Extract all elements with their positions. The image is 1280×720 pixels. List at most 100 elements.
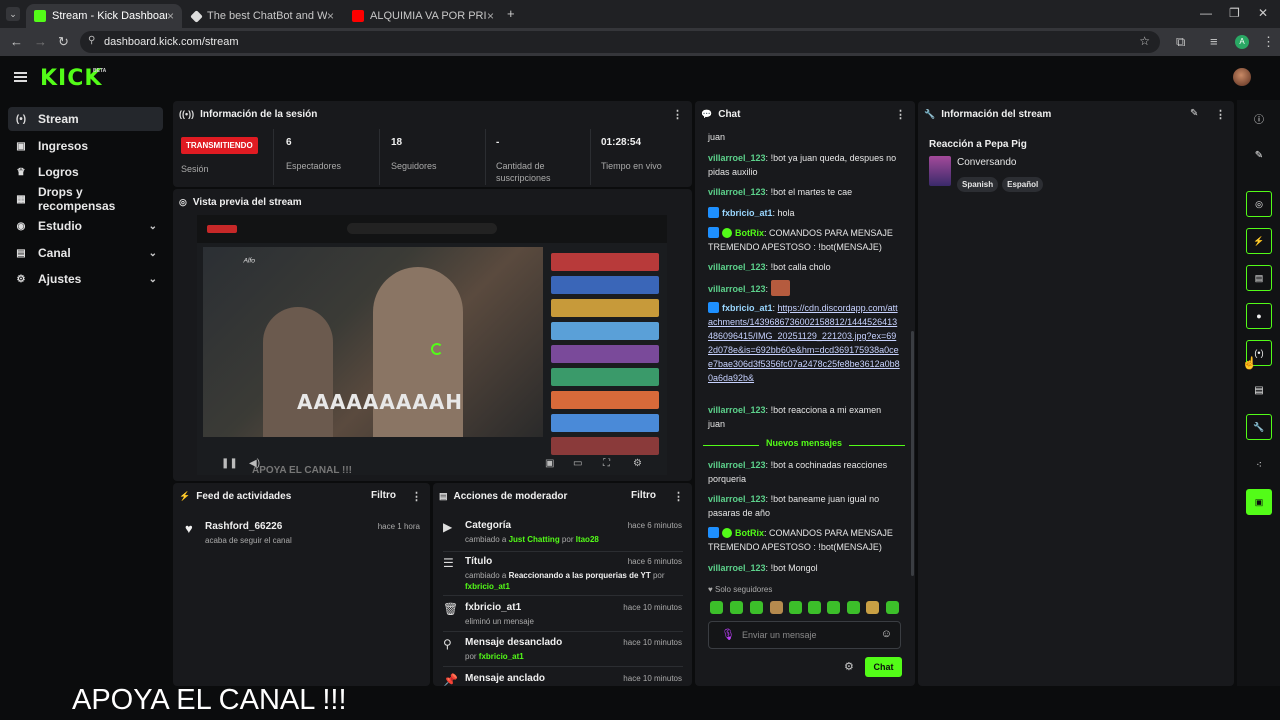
chat-username[interactable]: villarroel_123 xyxy=(708,153,766,163)
sidebar-item-logros[interactable]: ♛ Logros xyxy=(8,160,163,184)
chat-username[interactable]: villarroel_123 xyxy=(708,262,766,272)
chevron-down-icon[interactable]: ⌄ xyxy=(149,248,157,259)
forward-icon[interactable]: → xyxy=(34,34,47,49)
emote-icon[interactable] xyxy=(808,601,821,614)
tab-chatbot[interactable]: The best ChatBot and Widgets × xyxy=(184,4,342,28)
emote-icon[interactable] xyxy=(886,601,899,614)
hamburger-menu-icon[interactable] xyxy=(14,72,27,82)
close-tab-icon[interactable]: × xyxy=(167,9,174,23)
pause-icon[interactable]: ❚❚ xyxy=(221,458,238,469)
new-tab-button[interactable]: + xyxy=(507,6,515,21)
pip-icon[interactable]: ▣ xyxy=(545,458,554,469)
kebab-menu-icon[interactable]: ⋮ xyxy=(1215,108,1226,121)
wrench-icon[interactable]: 🔧 xyxy=(1246,414,1272,440)
emote-icon[interactable] xyxy=(847,601,860,614)
category-thumbnail[interactable] xyxy=(929,156,951,186)
category-name[interactable]: Conversando xyxy=(957,157,1016,168)
tab-kick-dashboard[interactable]: Stream - Kick Dashboard × xyxy=(26,4,182,28)
chevron-down-icon[interactable]: ⌄ xyxy=(149,221,157,232)
kebab-menu-icon[interactable]: ⋮ xyxy=(895,108,906,121)
chat-username[interactable]: villarroel_123 xyxy=(708,284,766,294)
volume-icon[interactable]: ◀) xyxy=(249,458,260,469)
close-tab-icon[interactable]: × xyxy=(327,9,334,23)
feed-user[interactable]: Rashford_66226 xyxy=(205,521,292,532)
user-avatar[interactable] xyxy=(1233,68,1251,86)
gear-icon[interactable]: ⚙ xyxy=(633,458,642,469)
tag-chip[interactable]: Spanish xyxy=(957,177,999,192)
message-link[interactable]: https://cdn.discordapp.com/attachments/1… xyxy=(708,303,900,383)
close-window-icon[interactable]: ✕ xyxy=(1258,6,1268,20)
new-messages-divider[interactable]: Nuevos mensajes xyxy=(703,438,905,452)
site-info-icon[interactable]: ⚲ xyxy=(88,35,95,46)
emote-icon[interactable] xyxy=(866,601,879,614)
microphone-icon[interactable]: 🎙 xyxy=(721,628,735,641)
mod-by[interactable]: Itao28 xyxy=(576,535,599,544)
address-bar[interactable]: ⚲ dashboard.kick.com/stream ☆ xyxy=(80,31,1160,53)
emote-icon[interactable] xyxy=(750,601,763,614)
send-chat-button[interactable]: Chat xyxy=(865,657,902,677)
chat-bubble-icon[interactable]: ● xyxy=(1246,303,1272,329)
chat-username[interactable]: villarroel_123 xyxy=(708,460,766,470)
emote-icon[interactable] xyxy=(710,601,723,614)
minimize-icon[interactable]: — xyxy=(1200,6,1212,20)
maximize-icon[interactable]: ❐ xyxy=(1229,6,1240,20)
emote-icon[interactable] xyxy=(730,601,743,614)
profile-avatar[interactable]: A xyxy=(1235,35,1249,49)
preview-toggle-icon[interactable]: ◎ xyxy=(1246,191,1272,217)
kebab-menu-icon[interactable]: ⋮ xyxy=(672,108,683,121)
sidebar-item-stream[interactable]: (•) Stream xyxy=(8,107,163,131)
lightning-icon[interactable]: ⚡ xyxy=(1246,228,1272,254)
kebab-menu-icon[interactable]: ⋮ xyxy=(673,490,684,503)
stream-preview-video[interactable]: ᴬˡᶠᵒ AAAAAAAAAH APOYA EL CANAL !!! ❚❚ ◀)… xyxy=(197,215,667,475)
emote-icon[interactable] xyxy=(827,601,840,614)
kebab-menu-icon[interactable]: ⋮ xyxy=(411,490,422,503)
kick-app-icon[interactable]: ▣ xyxy=(1246,489,1272,515)
document-icon[interactable]: ▤ xyxy=(1246,265,1272,291)
theater-icon[interactable]: ▭ xyxy=(573,458,582,469)
moderator-icon[interactable]: ▤ xyxy=(1246,377,1272,403)
pencil-icon[interactable]: ✎ xyxy=(1190,108,1198,119)
chat-username[interactable]: BotRix xyxy=(735,228,764,238)
emoji-icon[interactable]: ☺ xyxy=(881,628,892,640)
tab-youtube[interactable]: ALQUIMIA VA POR PRIMERA V × xyxy=(344,4,502,28)
feed-filter-button[interactable]: Filtro xyxy=(371,490,396,501)
dots-icon[interactable]: ⁖ xyxy=(1246,452,1272,478)
kick-favicon-icon xyxy=(34,10,46,22)
gear-icon[interactable]: ⚙ xyxy=(844,660,854,673)
media-icon[interactable]: ≡ xyxy=(1210,34,1218,49)
chat-message-input[interactable]: 🎙 Enviar un mensaje ☺ xyxy=(708,621,901,649)
sidebar-item-drops[interactable]: ▦ Drops y recompensas xyxy=(8,185,163,213)
chat-username[interactable]: villarroel_123 xyxy=(708,494,766,504)
close-tab-icon[interactable]: × xyxy=(487,9,494,23)
mod-by[interactable]: fxbricio_at1 xyxy=(479,652,524,661)
chat-username[interactable]: villarroel_123 xyxy=(708,405,766,415)
back-icon[interactable]: ← xyxy=(10,34,23,49)
tab-search-icon[interactable]: ⌄ xyxy=(6,7,20,21)
sidebar-item-ajustes[interactable]: ⚙ Ajustes ⌄ xyxy=(8,267,163,291)
reload-icon[interactable]: ↻ xyxy=(58,34,69,50)
fullscreen-icon[interactable]: ⛶ xyxy=(603,458,610,469)
session-stat: TRANSMITIENDO Sesión xyxy=(181,137,258,175)
chat-username[interactable]: BotRix xyxy=(735,528,764,538)
chat-username[interactable]: villarroel_123 xyxy=(708,563,766,573)
chat-scrollbar[interactable] xyxy=(911,331,914,576)
chat-username[interactable]: villarroel_123 xyxy=(708,187,766,197)
emote-icon[interactable] xyxy=(770,601,783,614)
mod-target[interactable]: Just Chatting xyxy=(509,535,560,544)
mod-filter-button[interactable]: Filtro xyxy=(631,490,656,501)
sidebar-item-ingresos[interactable]: ▣ Ingresos xyxy=(8,134,163,158)
info-icon[interactable]: ⓘ xyxy=(1246,105,1272,131)
emote-icon[interactable] xyxy=(789,601,802,614)
pencil-icon[interactable]: ✎ xyxy=(1246,142,1272,168)
chat-username[interactable]: fxbricio_at1 xyxy=(722,208,773,218)
chevron-down-icon[interactable]: ⌄ xyxy=(149,274,157,285)
mod-by[interactable]: fxbricio_at1 xyxy=(465,582,510,591)
bookmark-star-icon[interactable]: ☆ xyxy=(1139,34,1150,48)
tag-chip[interactable]: Español xyxy=(1002,177,1044,192)
sidebar-item-estudio[interactable]: ◉ Estudio ⌄ xyxy=(8,214,163,238)
extensions-icon[interactable]: ⧉ xyxy=(1176,34,1185,50)
chat-username[interactable]: fxbricio_at1 xyxy=(722,303,773,313)
sidebar-item-canal[interactable]: ▤ Canal ⌄ xyxy=(8,241,163,265)
browser-menu-icon[interactable]: ⋮ xyxy=(1262,34,1275,50)
activity-feed-panel: ⚡ Feed de actividades Filtro ⋮ ♥ Rashfor… xyxy=(173,483,430,686)
